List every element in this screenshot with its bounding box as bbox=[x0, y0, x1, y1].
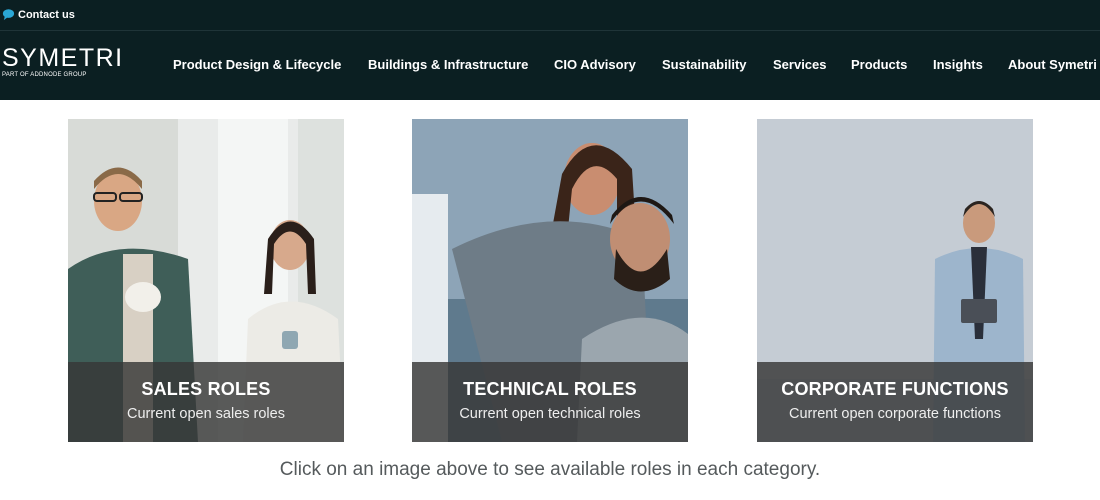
nav-product-design[interactable]: Product Design & Lifecycle bbox=[173, 57, 341, 72]
card-title: CORPORATE FUNCTIONS bbox=[781, 379, 1009, 399]
card-subtitle: Current open sales roles bbox=[127, 406, 285, 422]
sales-roles-card[interactable]: SALES ROLES Current open sales roles bbox=[68, 119, 344, 442]
chat-bubble-icon bbox=[2, 9, 15, 21]
corporate-functions-card[interactable]: CORPORATE FUNCTIONS Current open corpora… bbox=[757, 119, 1033, 442]
contact-us-link[interactable]: Contact us bbox=[2, 8, 75, 21]
corporate-functions-overlay: CORPORATE FUNCTIONS Current open corpora… bbox=[757, 362, 1033, 442]
technical-roles-overlay: TECHNICAL ROLES Current open technical r… bbox=[412, 362, 688, 442]
card-title: TECHNICAL ROLES bbox=[463, 379, 637, 399]
nav-products[interactable]: Products bbox=[851, 57, 907, 72]
nav-about-symetri[interactable]: About Symetri bbox=[1008, 57, 1097, 72]
symetri-logo[interactable]: SYMETRI PART OF ADDNODE GROUP bbox=[2, 44, 124, 79]
sales-roles-overlay: SALES ROLES Current open sales roles bbox=[68, 362, 344, 442]
nav-buildings-infrastructure[interactable]: Buildings & Infrastructure bbox=[368, 57, 528, 72]
card-subtitle: Current open technical roles bbox=[459, 406, 641, 422]
main-navigation: SYMETRI PART OF ADDNODE GROUP Product De… bbox=[0, 31, 1100, 100]
card-title: SALES ROLES bbox=[141, 379, 271, 399]
contact-us-label: Contact us bbox=[18, 8, 75, 21]
nav-sustainability[interactable]: Sustainability bbox=[662, 57, 747, 72]
nav-services[interactable]: Services bbox=[773, 57, 827, 72]
nav-cio-advisory[interactable]: CIO Advisory bbox=[554, 57, 636, 72]
top-utility-bar: Contact us bbox=[0, 0, 1100, 31]
nav-insights[interactable]: Insights bbox=[933, 57, 983, 72]
technical-roles-card[interactable]: TECHNICAL ROLES Current open technical r… bbox=[412, 119, 688, 442]
category-hint-text: Click on an image above to see available… bbox=[279, 459, 821, 480]
card-subtitle: Current open corporate functions bbox=[789, 406, 1001, 422]
logo-wordmark: SYMETRI bbox=[2, 44, 124, 72]
logo-tagline: PART OF ADDNODE GROUP bbox=[2, 72, 87, 78]
